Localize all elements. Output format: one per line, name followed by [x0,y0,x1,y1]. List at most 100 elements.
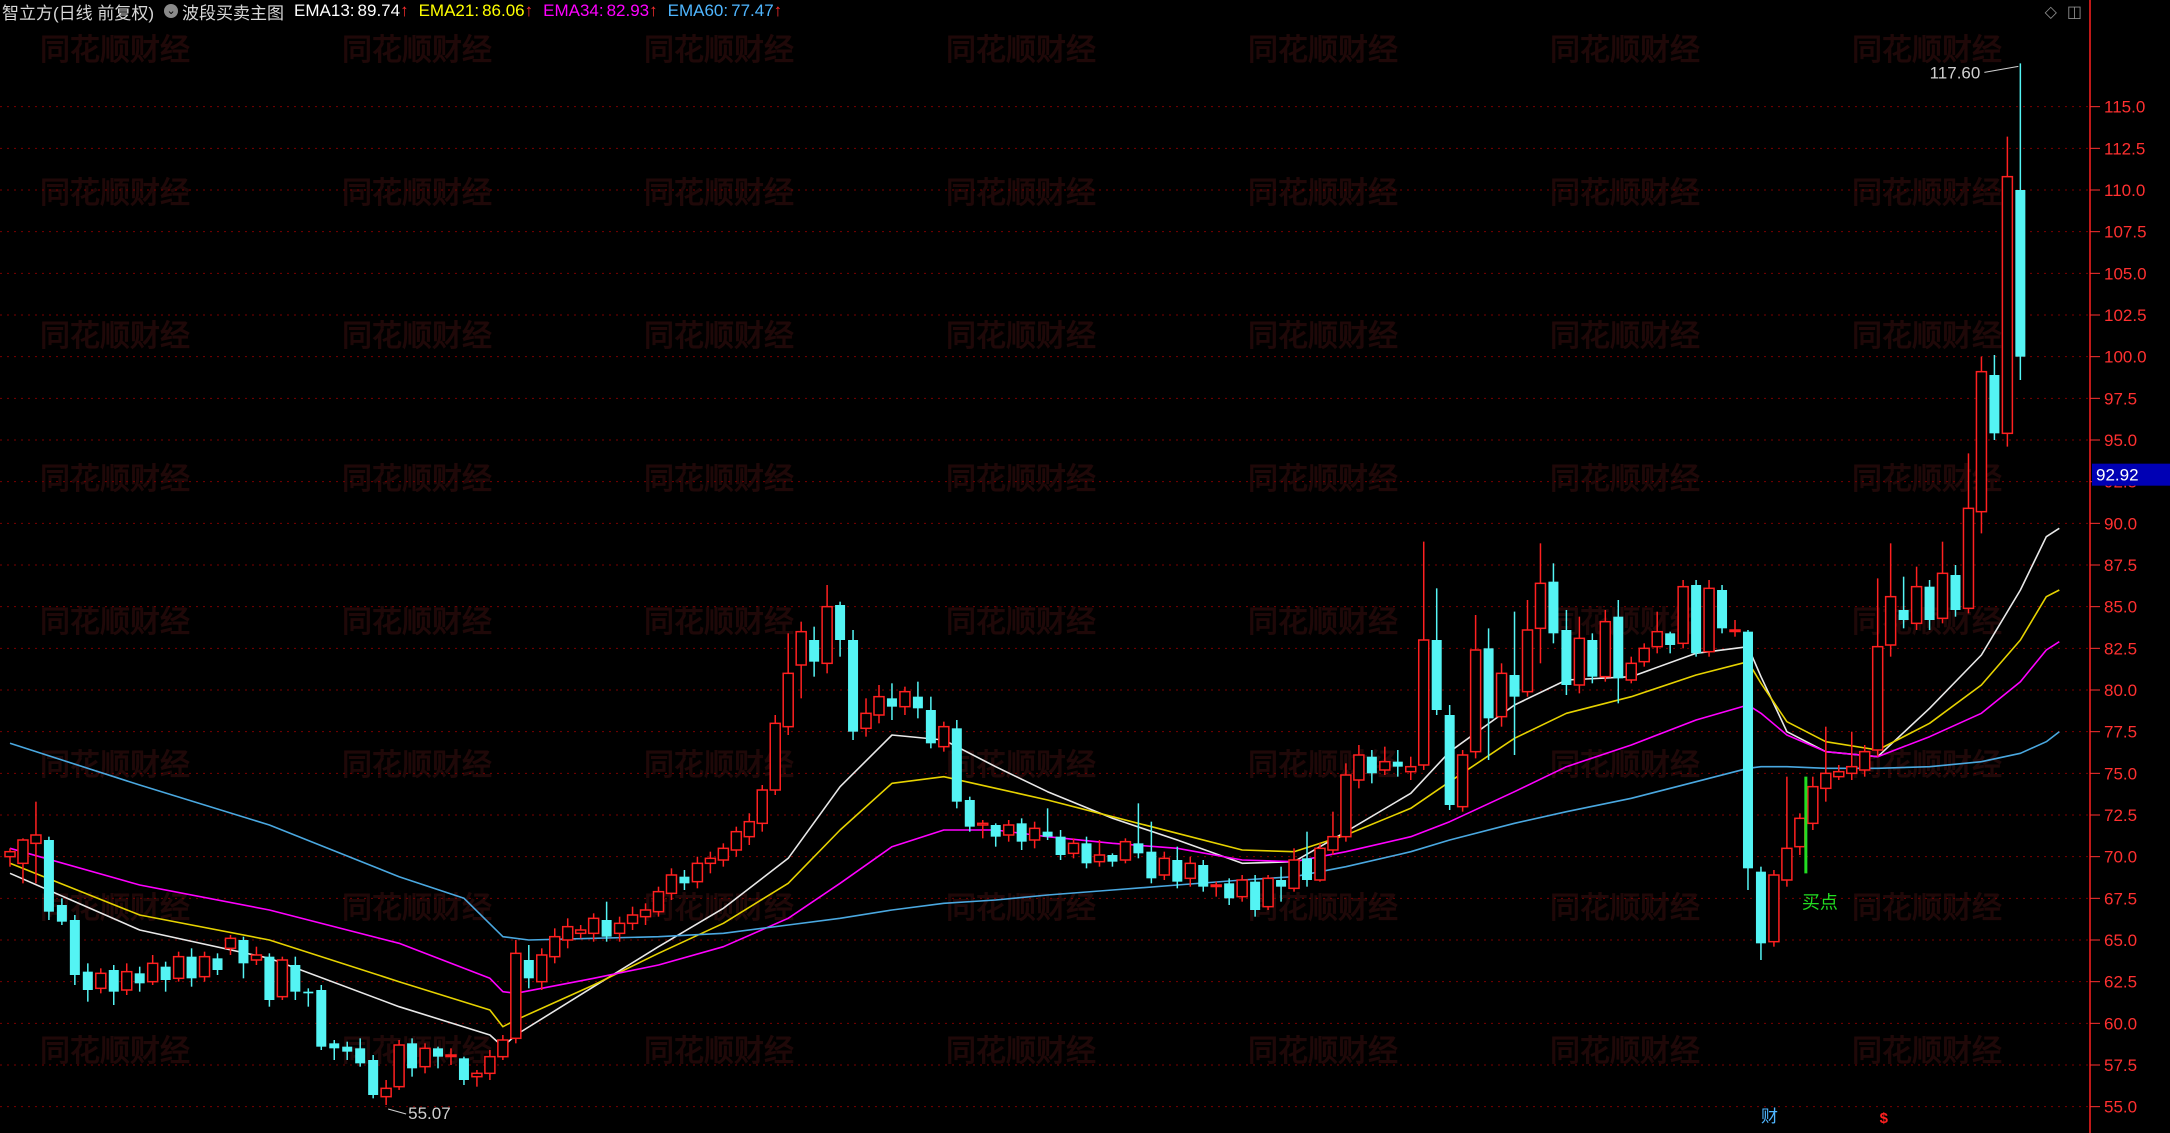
candle-body [769,722,781,791]
axis-tick-label: 115.0 [2104,98,2145,117]
candle [186,948,197,987]
candle [2001,136,2014,447]
candle-body [160,966,171,980]
candle-body [1158,857,1171,876]
candle-body [2001,175,2014,435]
candle-body [626,914,639,925]
chevron-down-icon[interactable]: ⌄ [164,4,179,18]
candle-body [899,690,911,708]
candle [1405,756,1417,780]
diamond-icon[interactable]: ◇ [2045,2,2057,22]
candle [1691,580,1702,657]
candle-body [1691,585,1702,654]
candle-body [1599,620,1612,678]
stock-title[interactable]: 智立方(日线 前复权) [2,0,154,24]
candle-body [1119,840,1132,861]
candle-body [276,959,289,998]
candle [704,851,717,874]
finance-event-icon[interactable]: 财 [1761,1107,1778,1126]
candle [1262,875,1274,910]
candle-body [679,876,690,884]
axis-tick-label: 80.0 [2104,681,2137,700]
indicator-name: 波段买卖主图 [182,3,285,23]
candle [912,681,923,719]
candle [1067,838,1080,859]
candle-body [1898,610,1909,620]
candle-body [1276,880,1287,887]
candle-body [1820,772,1832,790]
candle-body [172,955,185,980]
candle [212,953,223,975]
candle-body [95,972,107,990]
candle-body [1405,765,1417,773]
watermark-text: 同花顺财经 [342,176,492,210]
kline-chart[interactable]: 同花顺财经 同花顺财经 同花顺财经 同花顺财经 同花顺财经 同花顺财经 同花顺财经同花顺财经… [0,0,2170,1133]
ema34-readout: EMA34: 82.93 ↑ [543,1,658,20]
candle [1509,611,1520,755]
candle [1224,878,1235,905]
candle-body [1379,760,1391,771]
candle-body [458,1058,469,1080]
candle-body [108,970,119,992]
watermark-text: 同花顺财经 [946,176,1096,210]
watermark-text: 同花顺财经 [644,319,794,353]
candle [756,785,769,832]
candle-body [912,696,923,709]
candlesticks[interactable] [4,63,2026,1105]
candle [652,886,665,917]
watermark-text: 同花顺财经 [946,891,1096,925]
candle [120,963,133,995]
candle [1665,631,1676,654]
candle-body [250,954,263,961]
candle-body [1016,823,1027,842]
candle [1184,856,1197,887]
candle [510,940,522,1044]
candle-body [1431,640,1442,710]
candle [1172,846,1183,889]
candle-body [212,958,223,970]
window-icon[interactable]: ◫ [2067,2,2082,22]
price-axis[interactable]: 115.0 112.5 110.0 107.5 105.0 102.5 100.0 97.5 9… [2090,98,2147,1117]
candle [1975,356,1988,534]
candle [1742,630,1753,890]
candle-body [1469,649,1482,753]
candle-body [43,840,54,912]
candle [860,698,872,737]
axis-tick-label: 100.0 [2104,348,2147,367]
candle-body [1936,572,1949,620]
watermark-text: 同花顺财经 [644,891,794,925]
candle-body [1314,847,1326,881]
indicator-selector[interactable]: ⌄ 波段买卖主图 [164,0,284,24]
candle-body [433,1048,444,1057]
candle-body [238,940,249,964]
candle [679,870,690,890]
watermark-text: 同花顺财经 [644,33,794,67]
candle [717,843,730,867]
candle-body [1028,827,1041,841]
candle-body [1573,637,1586,686]
candle [172,951,185,982]
candle-body [368,1060,379,1095]
dividend-event-icon[interactable]: $ [1880,1110,1889,1127]
candle-body [1417,639,1430,766]
candle [1327,811,1339,855]
axis-tick-label: 95.0 [2104,431,2137,450]
candle [1469,615,1482,759]
watermark-text: 同花顺财经 [40,462,190,496]
watermark-text: 同花顺财经 [342,33,492,67]
candle [1302,831,1312,887]
candle-body [835,605,846,640]
candle-body [1962,507,1975,610]
candle-body [1262,877,1274,908]
candle [1820,726,1832,802]
axis-tick-label: 112.5 [2104,139,2145,158]
axis-tick-label: 67.5 [2104,889,2137,908]
candle-body [1561,630,1572,685]
watermark-text: 同花顺财经 [1550,462,1700,496]
candle [1768,870,1780,947]
candle [471,1070,483,1087]
axis-tick-label: 110.0 [2104,181,2145,200]
candle-body [393,1044,405,1088]
candle [1884,543,1897,657]
watermark-layer: 同花顺财经 同花顺财经 同花顺财经 同花顺财经 同花顺财经 同花顺财经 同花顺财经同花顺财经… [40,33,2002,1068]
